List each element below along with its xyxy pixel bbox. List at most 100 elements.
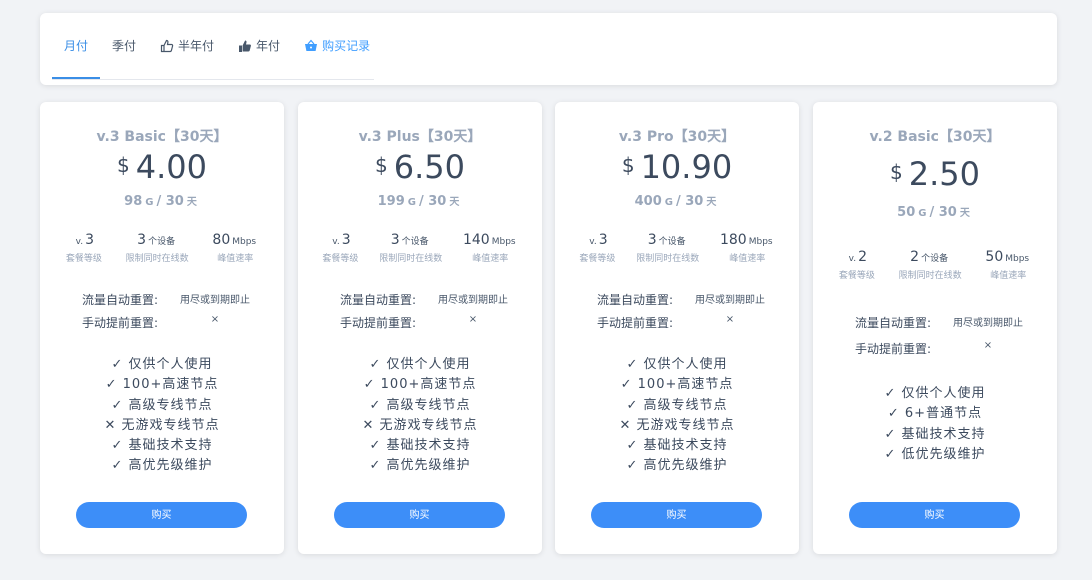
stat-level: v. 3 套餐等级	[66, 232, 102, 264]
reset-row: 流量自动重置: 用尽或到期即止	[82, 291, 258, 314]
level-prefix: v.	[589, 237, 597, 247]
feature-item: ✓ 6+普通节点	[887, 406, 983, 422]
feature-item: ✓ 基础技术支持	[369, 438, 471, 454]
quota-unit: G	[407, 197, 416, 208]
devices-unit: 个设备	[658, 237, 686, 247]
basket-icon	[304, 39, 318, 53]
price-value: 6.50	[393, 148, 465, 186]
reset-value: ×	[210, 314, 220, 325]
tab-monthly[interactable]: 月付	[52, 37, 101, 79]
reset-value: 用尽或到期即止	[438, 295, 508, 306]
feature-list: ✓ 仅供个人使用 ✓ 100+高速节点 ✓ 高级专线节点 ✕ 无游戏专线节点 ✓…	[40, 353, 284, 475]
reset-policy: 流量自动重置: 用尽或到期即止 手动提前重置: ×	[82, 291, 258, 337]
feature-item: ✓ 基础技术支持	[111, 438, 213, 454]
period-unit: 天	[959, 208, 970, 219]
period-value: 30	[938, 205, 957, 220]
quota-value: 199	[377, 194, 405, 209]
tab-label: 季付	[112, 39, 137, 53]
stat-label: 套餐等级	[579, 254, 616, 264]
reset-policy: 流量自动重置: 用尽或到期即止 手动提前重置: ×	[855, 314, 1031, 363]
reset-row: 手动提前重置: ×	[597, 314, 773, 337]
feature-item: ✓ 高级专线节点	[626, 397, 728, 413]
reset-label: 流量自动重置:	[597, 293, 674, 307]
reset-label: 手动提前重置:	[340, 316, 417, 330]
reset-policy: 流量自动重置: 用尽或到期即止 手动提前重置: ×	[340, 291, 516, 337]
stat-label: 套餐等级	[322, 254, 359, 264]
stat-devices: 3 个设备 限制同时在线数	[636, 232, 699, 264]
plan-quota: 400 G/ 30 天	[555, 193, 799, 209]
plan-stats: v. 3 套餐等级 3 个设备 限制同时在线数 180 Mbps 峰值速率	[555, 232, 799, 264]
tab-label: 购买记录	[322, 39, 371, 53]
stat-label: 限制同时在线数	[379, 254, 443, 264]
plan-quota: 199 G/ 30 天	[298, 193, 542, 209]
stat-label: 套餐等级	[65, 254, 102, 264]
speed-unit: Mbps	[1005, 254, 1030, 264]
plan-card: v.3 Basic【30天】 $4.00 98 G/ 30 天 v. 3 套餐等级 3…	[40, 102, 284, 554]
feature-item: ✓ 100+高速节点	[105, 377, 219, 393]
feature-item: ✓ 基础技术支持	[884, 426, 986, 442]
plan-stats: v. 2 套餐等级 2 个设备 限制同时在线数 50 Mbps 峰值速率	[813, 249, 1057, 281]
speed-unit: Mbps	[748, 237, 773, 247]
stat-speed: 140 Mbps 峰值速率	[463, 232, 518, 264]
buy-button[interactable]: 购买	[591, 502, 762, 528]
tab-quarterly[interactable]: 季付	[100, 37, 148, 77]
devices-value: 3	[647, 232, 657, 248]
reset-row: 手动提前重置: ×	[855, 340, 1031, 363]
speed-value: 180	[719, 232, 747, 248]
reset-value: 用尽或到期即止	[953, 318, 1023, 329]
feature-item: ✓ 低优先级维护	[884, 446, 986, 462]
reset-row: 手动提前重置: ×	[82, 314, 258, 337]
reset-row: 流量自动重置: 用尽或到期即止	[855, 314, 1031, 340]
period-value: 30	[685, 194, 704, 209]
feature-item: ✓ 仅供个人使用	[369, 357, 471, 372]
reset-value: ×	[983, 340, 993, 351]
quota-value: 400	[634, 194, 662, 209]
plan-stats: v. 3 套餐等级 3 个设备 限制同时在线数 80 Mbps 峰值速率	[40, 232, 284, 264]
plan-quota: 50 G/ 30 天	[813, 204, 1057, 220]
price-value: 10.90	[640, 148, 733, 186]
period-unit: 天	[186, 197, 197, 208]
reset-label: 手动提前重置:	[82, 316, 159, 330]
stat-level: v. 3 套餐等级	[322, 232, 358, 264]
stat-devices: 3 个设备 限制同时在线数	[379, 232, 442, 264]
stat-label: 套餐等级	[838, 271, 875, 281]
stat-level: v. 3 套餐等级	[579, 232, 615, 264]
period-value: 30	[165, 194, 184, 209]
quota-unit: G	[918, 208, 927, 219]
buy-button[interactable]: 购买	[849, 502, 1020, 528]
billing-period-panel: 月付 季付 半年付 年付 购买记录	[40, 13, 1057, 85]
buy-button[interactable]: 购买	[334, 502, 505, 528]
tab-label: 半年付	[178, 39, 215, 53]
plan-price: $4.00	[40, 148, 284, 186]
stat-label: 限制同时在线数	[125, 254, 189, 264]
speed-value: 140	[462, 232, 490, 248]
reset-row: 手动提前重置: ×	[340, 314, 516, 337]
price-value: 2.50	[908, 155, 980, 193]
devices-value: 2	[910, 249, 920, 265]
quota-separator: /	[929, 205, 935, 220]
stat-label: 峰值速率	[990, 271, 1027, 281]
devices-value: 3	[390, 232, 400, 248]
quota-separator: /	[675, 194, 681, 209]
level-prefix: v.	[75, 237, 84, 247]
level-value: 3	[598, 232, 608, 248]
reset-value: ×	[468, 314, 478, 325]
currency-symbol: $	[375, 153, 388, 177]
stat-speed: 80 Mbps 峰值速率	[212, 232, 258, 264]
thumbs-up-outline-icon	[160, 39, 174, 53]
tab-half-year[interactable]: 半年付	[148, 37, 226, 77]
buy-button[interactable]: 购买	[76, 502, 247, 528]
reset-row: 流量自动重置: 用尽或到期即止	[340, 291, 516, 314]
tab-purchase-history[interactable]: 购买记录	[292, 37, 382, 77]
plan-name: v.3 Pro【30天】	[618, 129, 736, 145]
feature-item: ✓ 仅供个人使用	[626, 357, 728, 372]
plan-price: $10.90	[555, 148, 799, 186]
stat-label: 限制同时在线数	[636, 254, 700, 264]
reset-label: 流量自动重置:	[855, 316, 932, 330]
speed-value: 80	[212, 232, 231, 248]
thumbs-up-filled-icon	[238, 39, 252, 53]
plan-name: v.3 Basic【30天】	[96, 129, 228, 145]
tab-yearly[interactable]: 年付	[226, 37, 292, 77]
speed-value: 50	[985, 249, 1004, 265]
quota-value: 98	[124, 194, 143, 209]
